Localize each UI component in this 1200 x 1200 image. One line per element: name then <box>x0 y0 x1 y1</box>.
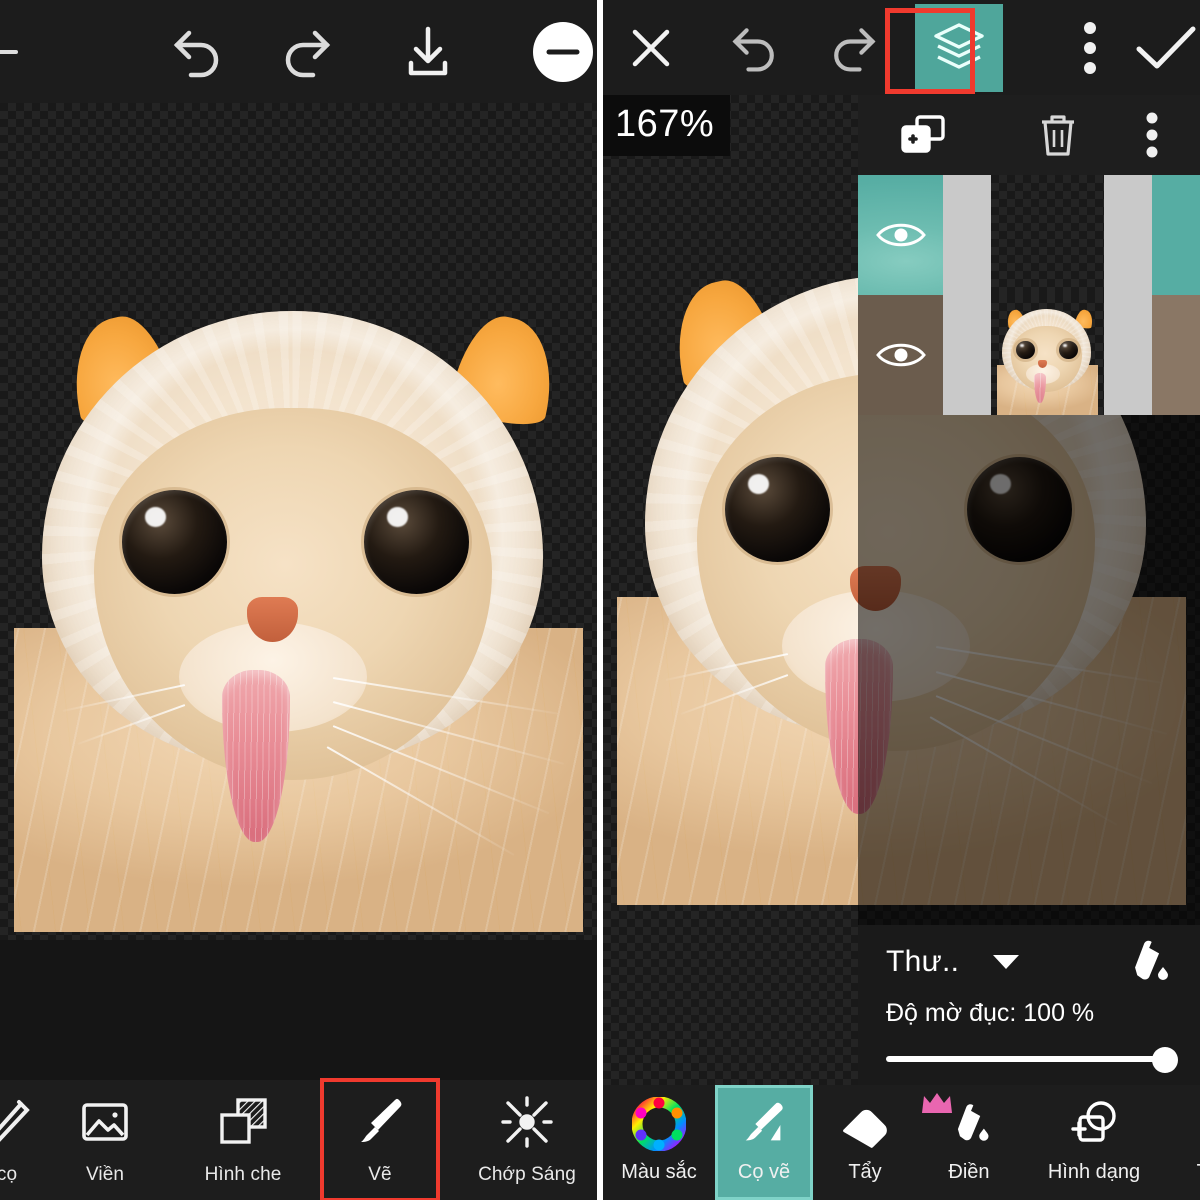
tool-label: Điền <box>948 1161 990 1183</box>
cat-artwork-left <box>14 242 583 932</box>
tool-label: cọ <box>0 1164 18 1185</box>
opacity-label: Độ mờ đục: 100 % <box>886 999 1095 1027</box>
tool-hinh-che[interactable]: Hình che <box>164 1080 322 1200</box>
tool-them-vat[interactable]: Thêm Vật <box>1167 1085 1200 1200</box>
mask-shapes-icon <box>215 1094 271 1150</box>
layer-visibility-toggle[interactable] <box>858 295 943 415</box>
layer-visibility-toggle[interactable] <box>858 175 943 295</box>
tool-hinh-dang[interactable]: Hình dạng <box>1021 1085 1167 1200</box>
tool-label: Hình dạng <box>1047 1161 1141 1183</box>
zoom-level-badge: 167% <box>603 95 731 156</box>
slider-track <box>886 1056 1176 1062</box>
left-screenshot-panel: cọ Viền Hình che Vẽ Chớp Sáng <box>0 0 597 1200</box>
color-wheel-icon <box>632 1097 686 1151</box>
zoom-out-circle-icon[interactable] <box>517 14 597 90</box>
shape-add-icon <box>1067 1097 1121 1151</box>
brush-stroke-icon <box>0 1094 35 1150</box>
layer-divider-bar <box>1104 295 1152 415</box>
left-canvas-footer-space <box>0 940 597 1080</box>
layer-divider-bar <box>943 295 991 415</box>
layer-divider-bar <box>1104 175 1152 295</box>
redo-icon[interactable] <box>265 23 347 81</box>
tool-label: Viền <box>85 1164 125 1185</box>
crown-icon <box>920 1091 954 1115</box>
tool-co-ve[interactable]: Cọ vẽ <box>715 1085 813 1200</box>
lens-flare-icon <box>499 1094 555 1150</box>
layer-row[interactable] <box>858 175 1200 295</box>
trash-icon[interactable] <box>1022 110 1094 160</box>
tool-net-co[interactable]: cọ <box>0 1080 46 1200</box>
layer-properties: Thư.. Độ mờ đục: 100 % <box>858 925 1200 1085</box>
frame-image-icon <box>77 1094 133 1150</box>
tool-label: Chớp Sáng <box>478 1164 576 1185</box>
checkmark-icon[interactable] <box>1126 22 1200 74</box>
tool-tay[interactable]: Tẩy <box>813 1085 917 1200</box>
layers-stack-icon[interactable] <box>915 3 1003 92</box>
three-dot-menu-icon[interactable] <box>1055 20 1125 76</box>
tool-label: Tẩy <box>848 1161 882 1183</box>
layers-action-bar <box>858 95 1200 175</box>
tool-label: Màu sắc <box>621 1161 697 1183</box>
tool-mau-sac[interactable]: Màu sắc <box>603 1085 715 1200</box>
tool-label: Hình che <box>204 1164 282 1185</box>
chevron-down-icon[interactable] <box>993 955 1020 969</box>
layer-row[interactable] <box>858 295 1200 415</box>
download-icon[interactable] <box>387 23 469 81</box>
left-top-toolbar <box>0 0 597 103</box>
blend-mode-row[interactable]: Thư.. <box>858 925 1200 999</box>
eraser-icon <box>838 1097 892 1151</box>
layer-row-spacer <box>1152 295 1200 415</box>
right-bottom-toolbar: Màu sắc Cọ vẽ Tẩy Điền Hình dạng <box>603 1085 1200 1200</box>
tool-label: Vẽ <box>368 1164 392 1185</box>
layer-thumbnail <box>991 295 1104 415</box>
close-x-icon[interactable] <box>613 24 689 72</box>
panel-divider <box>597 0 603 1200</box>
undo-icon[interactable] <box>157 23 239 81</box>
left-canvas[interactable] <box>0 103 597 940</box>
layer-thumbnail <box>991 175 1104 295</box>
tool-dien[interactable]: Điền <box>917 1085 1021 1200</box>
layers-panel <box>858 95 1200 415</box>
tool-ve[interactable]: Vẽ <box>320 1078 440 1200</box>
tool-label: Thêm Vật <box>1197 1161 1200 1184</box>
three-dot-menu-icon[interactable] <box>1122 111 1182 159</box>
paintbrush-icon <box>352 1094 408 1150</box>
right-top-toolbar <box>603 0 1200 95</box>
menu-partial-icon[interactable] <box>0 32 42 72</box>
paint-bucket-icon[interactable] <box>1118 934 1176 990</box>
tool-vien[interactable]: Viền <box>46 1080 164 1200</box>
undo-arrow-icon[interactable] <box>715 21 795 75</box>
tool-label: Cọ vẽ <box>737 1161 791 1183</box>
left-bottom-toolbar: cọ Viền Hình che Vẽ Chớp Sáng <box>0 1078 597 1200</box>
redo-arrow-icon[interactable] <box>813 21 893 75</box>
slider-thumb[interactable] <box>1152 1047 1178 1073</box>
add-layer-icon[interactable] <box>888 113 960 157</box>
dual-screenshot-comparison: cọ Viền Hình che Vẽ Chớp Sáng 167% Thư..… <box>0 0 1200 1200</box>
tool-chop-sang[interactable]: Chớp Sáng <box>438 1080 597 1200</box>
layer-divider-bar <box>943 175 991 295</box>
right-screenshot-panel: 167% Thư.. Độ mờ đục: 100 % Màu sắc Cọ v… <box>603 0 1200 1200</box>
opacity-slider[interactable] <box>886 1047 1178 1073</box>
layer-row-spacer <box>1152 175 1200 295</box>
paintbrush-icon <box>737 1097 791 1151</box>
blend-mode-value: Thư.. <box>886 945 960 978</box>
